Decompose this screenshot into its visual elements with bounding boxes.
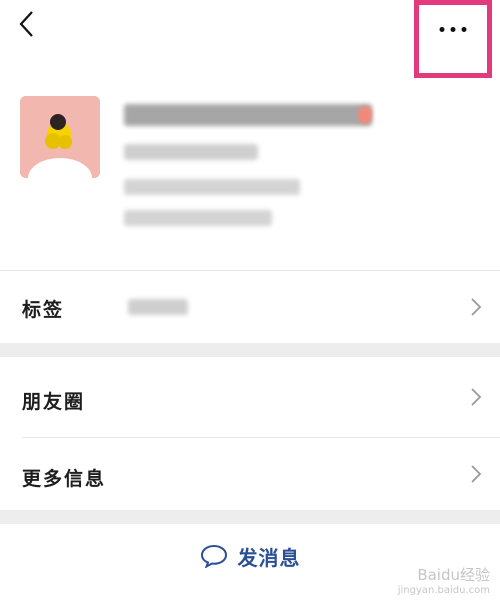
section-gap: [0, 343, 500, 357]
row-more-info[interactable]: 更多信息: [0, 438, 500, 510]
watermark-brand: Baidu经验: [417, 566, 490, 584]
profile-line-3-blurred: [124, 210, 272, 226]
profile-tag-blurred: [358, 106, 372, 124]
avatar-image: [20, 96, 100, 178]
row-tags[interactable]: 标签: [0, 271, 500, 343]
row-label: 朋友圈: [22, 391, 86, 413]
watermark-url: jingyan.baidu.com: [397, 585, 490, 596]
chevron-right-icon: [470, 387, 482, 407]
chevron-right-icon: [470, 464, 482, 484]
chevron-left-icon: [19, 11, 33, 37]
profile-line-2-blurred: [124, 179, 300, 195]
avatar[interactable]: [20, 96, 100, 178]
tags-value-blurred: [128, 299, 188, 315]
chat-bubble-icon: [200, 544, 227, 568]
more-options-button[interactable]: [439, 27, 467, 32]
back-button[interactable]: [12, 8, 42, 40]
row-label: 标签: [22, 299, 65, 321]
row-moments[interactable]: 朋友圈: [0, 357, 500, 437]
watermark: Baidu经验 jingyan.baidu.com: [398, 564, 490, 596]
row-label: 更多信息: [22, 468, 107, 490]
send-message-label: 发消息: [237, 545, 301, 570]
more-dots-icon: [439, 27, 445, 32]
profile-name-blurred: [124, 104, 372, 126]
profile-line-1-blurred: [124, 144, 258, 160]
chevron-right-icon: [470, 297, 482, 317]
more-options-highlight: [414, 0, 492, 78]
section-gap: [0, 510, 500, 524]
